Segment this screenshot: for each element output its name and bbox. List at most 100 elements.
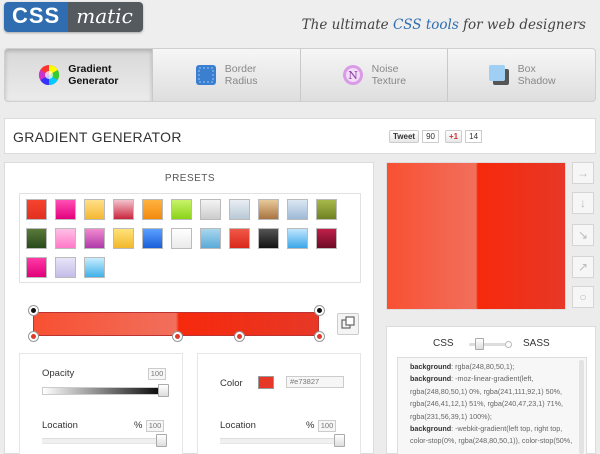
logo-css: CSS — [4, 2, 69, 32]
preset-swatch[interactable] — [258, 199, 279, 220]
tweet-button[interactable]: Tweet — [389, 130, 420, 143]
preset-swatch[interactable] — [113, 199, 134, 220]
direction-radial-button[interactable]: ○ — [572, 286, 594, 308]
tab-gradient-label: Gradient Generator — [68, 63, 118, 87]
gplus-button[interactable]: +1 — [445, 130, 463, 143]
tagline-pre: The ultimate — [301, 17, 393, 33]
preset-swatch[interactable] — [113, 228, 134, 249]
preset-swatch[interactable] — [142, 228, 163, 249]
color-stop-71[interactable] — [235, 332, 244, 341]
tab-noise-line2: Texture — [371, 75, 407, 87]
title-bar: GRADIENT GENERATOR Tweet 90 +1 14 — [4, 118, 596, 154]
color-stop-50[interactable] — [173, 332, 182, 341]
preset-swatch[interactable] — [200, 199, 221, 220]
preset-swatch[interactable] — [84, 199, 105, 220]
tab-border-line2: Radius — [224, 75, 258, 87]
color-label: Color — [220, 378, 243, 389]
css-output[interactable]: background: rgba(248,80,50,1); background… — [397, 357, 587, 454]
noise-texture-icon: N — [342, 65, 363, 85]
gradient-preview — [386, 162, 566, 310]
tab-box-shadow[interactable]: Box Shadow — [448, 49, 595, 101]
preset-swatch[interactable] — [26, 199, 47, 220]
preset-swatch[interactable] — [55, 199, 76, 220]
color-hex-input[interactable]: #e73827 — [286, 376, 344, 388]
css-output-lines: background: rgba(248,80,50,1); background… — [398, 358, 586, 448]
tweet-count: 90 — [422, 130, 439, 143]
preset-swatch[interactable] — [171, 228, 192, 249]
gradient-stop-bar[interactable] — [29, 306, 324, 341]
opacity-stop-right[interactable] — [315, 306, 324, 315]
presets-grid — [19, 193, 361, 283]
opacity-stop-left[interactable] — [29, 306, 38, 315]
preset-swatch[interactable] — [171, 199, 192, 220]
location-right-label: Location — [220, 420, 256, 431]
location-left-value[interactable]: 100 — [146, 420, 164, 432]
format-toggle-knob[interactable] — [475, 338, 484, 350]
code-line: background: -webkit-gradient(left top, r… — [410, 424, 563, 434]
tab-noise-texture[interactable]: N Noise Texture — [301, 49, 449, 101]
page-title: GRADIENT GENERATOR — [13, 129, 182, 145]
tagline: The ultimate CSS tools for web designers — [302, 17, 586, 33]
preset-swatch[interactable] — [229, 199, 250, 220]
opacity-value[interactable]: 100 — [148, 368, 166, 380]
code-scrollbar[interactable] — [579, 360, 584, 454]
preset-swatch[interactable] — [84, 228, 105, 249]
preset-swatch[interactable] — [84, 257, 105, 278]
code-format-switch: CSS SASS — [387, 337, 597, 351]
format-toggle-end — [505, 341, 512, 348]
tab-gradient-line2: Generator — [68, 75, 119, 87]
preset-swatch[interactable] — [200, 228, 221, 249]
preset-swatch[interactable] — [287, 228, 308, 249]
preset-swatch[interactable] — [55, 228, 76, 249]
logo-matic: matic — [68, 2, 143, 32]
code-line: color-stop(0%, rgba(248,80,50,1)), color… — [410, 436, 573, 446]
tweet-share[interactable]: Tweet 90 — [389, 130, 439, 143]
preset-swatch[interactable] — [287, 199, 308, 220]
preset-swatch[interactable] — [229, 228, 250, 249]
code-line: background: -moz-linear-gradient(left, — [410, 374, 534, 384]
location-right-value[interactable]: 100 — [318, 420, 336, 432]
presets-title: PRESETS — [164, 173, 216, 184]
tab-box-label: Box Shadow — [518, 63, 556, 87]
opacity-slider-knob[interactable] — [158, 384, 169, 397]
preset-swatch[interactable] — [55, 257, 76, 278]
editor-panel: PRESETS Opacity 100 Location % 100 Color… — [4, 162, 374, 454]
location-left-knob[interactable] — [156, 434, 167, 447]
preset-swatch[interactable] — [258, 228, 279, 249]
tab-noise-line1: Noise — [371, 63, 399, 75]
sass-label: SASS — [523, 338, 550, 349]
location-right-slider[interactable] — [220, 438, 344, 444]
opacity-label: Opacity — [42, 368, 75, 379]
opacity-slider[interactable] — [42, 387, 166, 395]
gplus-share[interactable]: +1 14 — [445, 130, 483, 143]
tab-border-radius[interactable]: Border Radius — [153, 49, 301, 101]
direction-diagonal-down-button[interactable]: ↘ — [572, 224, 594, 246]
tab-gradient-generator[interactable]: Gradient Generator — [5, 49, 153, 101]
code-line: background: rgba(248,80,50,1); — [410, 362, 515, 371]
preset-swatch[interactable] — [26, 257, 47, 278]
preset-swatch[interactable] — [26, 228, 47, 249]
logo[interactable]: CSS matic — [4, 2, 143, 32]
direction-down-button[interactable]: ↓ — [572, 192, 594, 214]
opacity-panel: Opacity 100 Location % 100 — [19, 353, 183, 454]
color-panel: Color #e73827 Location % 100 — [197, 353, 361, 454]
gplus-count: 14 — [465, 130, 483, 143]
location-right-unit: % — [306, 420, 315, 431]
color-swatch[interactable] — [258, 376, 274, 389]
tab-noise-label: Noise Texture — [372, 63, 406, 87]
copy-stop-button[interactable] — [337, 313, 359, 335]
direction-right-button[interactable]: → — [572, 162, 594, 184]
color-wheel-icon — [39, 64, 60, 86]
tagline-accent: CSS tools — [392, 17, 459, 33]
preset-swatch[interactable] — [142, 199, 163, 220]
color-stop-0[interactable] — [29, 332, 38, 341]
copy-icon — [341, 316, 355, 329]
preset-swatch[interactable] — [316, 228, 337, 249]
preset-swatch[interactable] — [316, 199, 337, 220]
color-stop-100[interactable] — [315, 332, 324, 341]
tagline-post: for web designers — [458, 17, 586, 33]
svg-text:N: N — [348, 69, 358, 82]
location-right-knob[interactable] — [334, 434, 345, 447]
location-left-slider[interactable] — [42, 438, 166, 444]
direction-diagonal-up-button[interactable]: ↗ — [572, 256, 594, 278]
